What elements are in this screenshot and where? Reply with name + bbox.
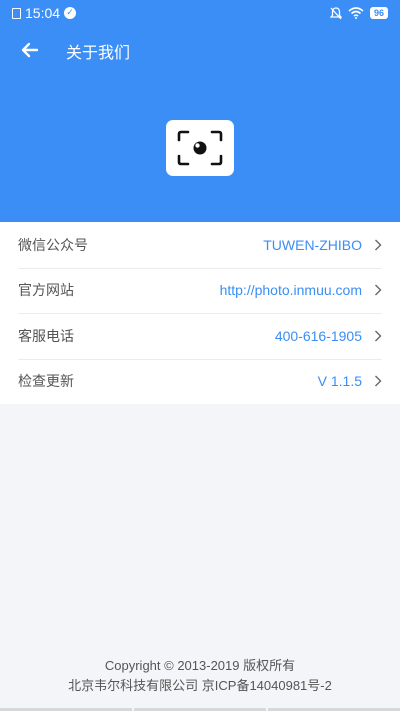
row-value: V 1.1.5 — [317, 373, 362, 390]
row-customer-service-phone[interactable]: 客服电话 400-616-1905 — [0, 313, 400, 359]
status-bar: 15:04 ✓ 96 — [0, 0, 400, 26]
row-check-update[interactable]: 检查更新 V 1.1.5 — [0, 358, 400, 405]
row-value: http://photo.inmuu.com — [219, 282, 362, 299]
row-wechat-account[interactable]: 微信公众号 TUWEN-ZHIBO — [0, 222, 400, 268]
wifi-icon — [348, 7, 364, 19]
info-list: 微信公众号 TUWEN-ZHIBO 官方网站 http://photo.inmu… — [0, 222, 400, 404]
chevron-right-icon — [375, 239, 382, 251]
check-circle-icon: ✓ — [64, 7, 77, 19]
company-text: 北京韦尔科技有限公司 京ICP备14040981号-2 — [68, 678, 332, 693]
chevron-right-icon — [375, 284, 382, 296]
app-logo — [166, 120, 234, 176]
row-label: 检查更新 — [18, 374, 74, 391]
header: 关于我们 — [0, 26, 400, 222]
row-label: 微信公众号 — [18, 237, 88, 254]
camera-focus-icon — [177, 130, 223, 166]
chevron-right-icon — [375, 375, 382, 387]
row-label: 官方网站 — [18, 283, 74, 300]
row-label: 客服电话 — [18, 328, 74, 345]
copyright-text: Copyright © 2013-2019 版权所有 — [104, 658, 296, 673]
sim-card-icon — [12, 7, 21, 19]
status-time: 15:04 — [25, 5, 61, 21]
row-value: TUWEN-ZHIBO — [263, 236, 362, 253]
battery-indicator: 96 — [369, 7, 388, 19]
footer: Copyright © 2013-2019 版权所有 北京韦尔科技有限公司 京I… — [0, 656, 400, 696]
chevron-right-icon — [375, 330, 382, 342]
back-button[interactable] — [18, 38, 46, 62]
page-title: 关于我们 — [66, 45, 131, 62]
arrow-left-icon — [21, 42, 39, 58]
row-value: 400-616-1905 — [274, 327, 362, 344]
notification-off-icon — [329, 6, 342, 19]
row-official-website[interactable]: 官方网站 http://photo.inmuu.com — [0, 267, 400, 314]
